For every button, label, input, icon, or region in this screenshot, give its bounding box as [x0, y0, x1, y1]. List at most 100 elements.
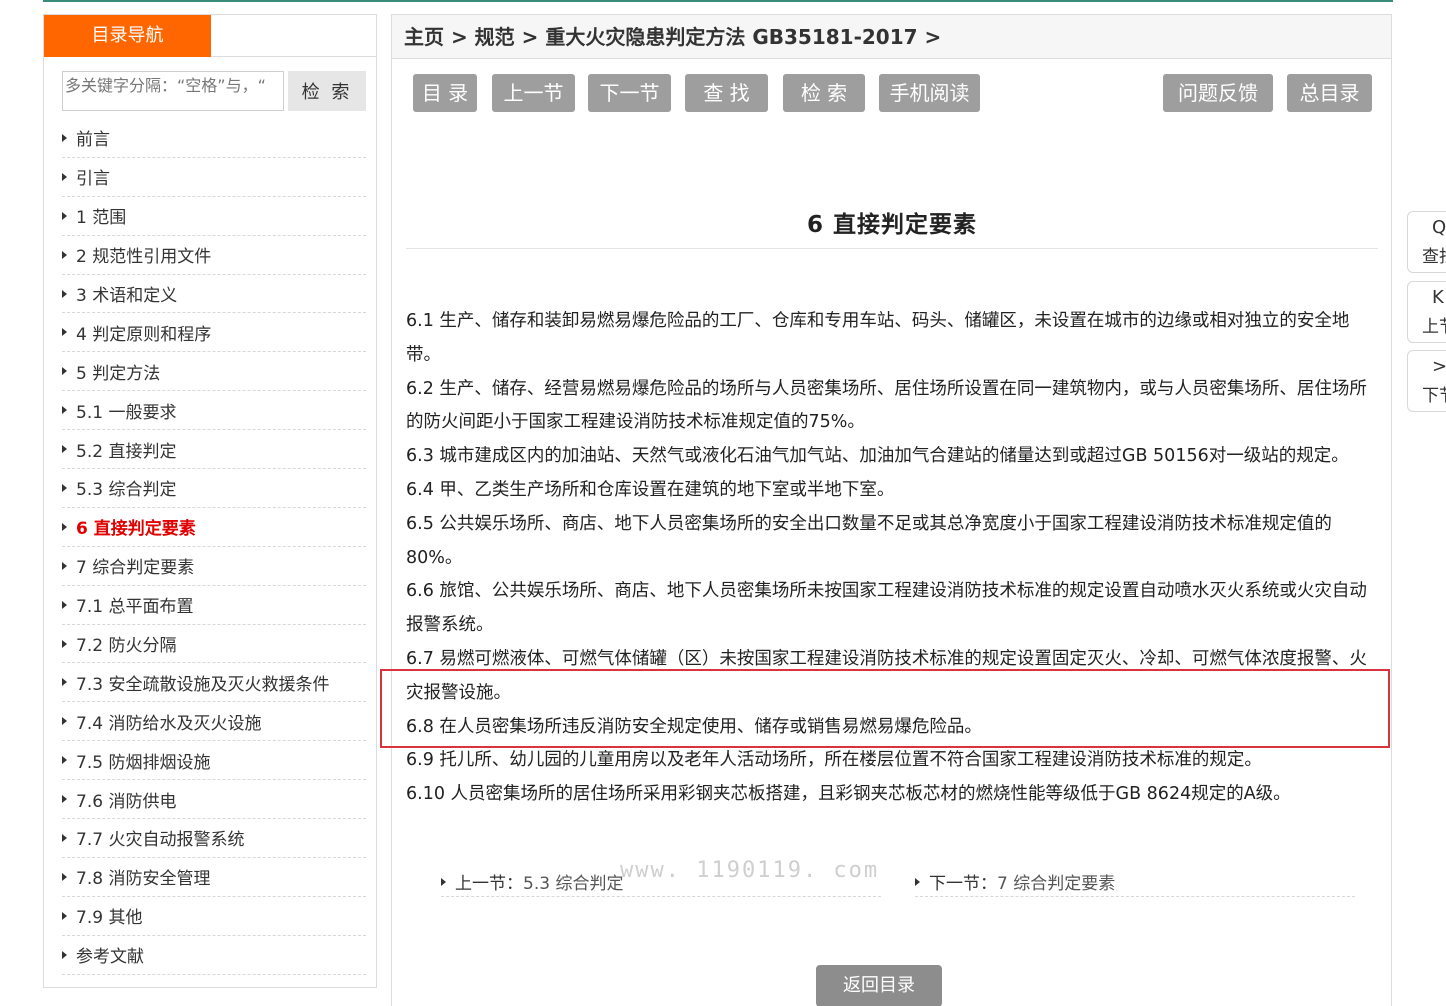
bullet-icon: [915, 877, 920, 886]
clause-paragraph: 6.7 易燃可燃液体、可燃气体储罐（区）未按国家工程建设消防技术标准的规定设置固…: [406, 643, 1378, 711]
float-next-button[interactable]: >I 下节: [1407, 350, 1446, 412]
prev-section-link[interactable]: 5.3 综合判定: [523, 869, 623, 894]
toc-item[interactable]: 参考文献: [62, 936, 366, 975]
toc-item[interactable]: 7.1 总平面布置: [62, 586, 366, 625]
clause-text: 人员密集场所的居住场所采用彩钢夹芯板搭建，且彩钢夹芯板芯材的燃烧性能等级低于GB…: [450, 784, 1291, 805]
clause-paragraph: 6.10 人员密集场所的居住场所采用彩钢夹芯板搭建，且彩钢夹芯板芯材的燃烧性能等…: [406, 778, 1378, 812]
toc-item[interactable]: 7 综合判定要素: [62, 547, 366, 586]
clause-text: 在人员密集场所违反消防安全规定使用、储存或销售易燃易爆危险品。: [439, 716, 982, 737]
float-prev-button[interactable]: K 上节: [1407, 281, 1446, 343]
toc-item[interactable]: 2 规范性引用文件: [62, 236, 366, 275]
keyword-search-input[interactable]: 多关键字分隔：“空格”与，“: [62, 71, 284, 111]
toc-item-label: 3 术语和定义: [76, 286, 178, 306]
bullet-icon: [62, 833, 67, 842]
find-button[interactable]: 查 找: [685, 74, 768, 112]
bullet-icon: [62, 795, 67, 804]
mobile-read-button[interactable]: 手机阅读: [879, 74, 980, 112]
search-button[interactable]: 检 索: [288, 71, 366, 111]
toc-item-label: 7.4 消防给水及灭火设施: [76, 713, 262, 734]
toc-item[interactable]: 7.7 火灾自动报警系统: [62, 819, 366, 858]
toc-item[interactable]: 7.5 防烟排烟设施: [62, 741, 366, 781]
float-find-label: 查找: [1422, 247, 1446, 267]
toc-item[interactable]: 1 范围: [62, 197, 366, 236]
toc-button[interactable]: 目 录: [413, 74, 477, 112]
bullet-icon: [62, 678, 67, 687]
breadcrumb[interactable]: 主页 > 规范 > 重大火灾隐患判定方法 GB35181-2017 >: [392, 15, 1391, 59]
bullet-icon: [62, 950, 67, 959]
toc-item[interactable]: 5.3 综合判定: [62, 469, 366, 508]
toc-item-label: 参考文献: [76, 947, 144, 968]
sidebar-search: 多关键字分隔：“空格”与，“ 检 索: [62, 71, 366, 113]
toc-item[interactable]: 6 直接判定要素: [62, 508, 366, 547]
float-prev-label: 上节: [1422, 317, 1446, 337]
toc-item-label: 4 判定原则和程序: [76, 324, 212, 345]
toc-item-label: 5 判定方法: [76, 363, 161, 384]
clause-paragraph: 6.1 生产、储存和装卸易燃易爆危险品的工厂、仓库和专用车站、码头、储罐区，未设…: [406, 305, 1378, 373]
toc-item[interactable]: 引言: [62, 158, 366, 197]
bullet-icon: [62, 600, 67, 609]
top-accent-rule: [43, 0, 1393, 2]
clause-paragraph: 6.8 在人员密集场所违反消防安全规定使用、储存或销售易燃易爆危险品。: [406, 711, 1378, 745]
bullet-icon: [62, 289, 67, 298]
toc-item[interactable]: 5.2 直接判定: [62, 430, 366, 470]
toc-item-label: 1 范围: [76, 208, 127, 229]
bullet-icon: [62, 133, 67, 142]
clause-number: 6.5: [406, 513, 434, 534]
search-icon: Q: [1432, 217, 1446, 238]
toc-item-label: 5.3 综合判定: [76, 480, 177, 501]
next-section-nav[interactable]: 下一节： 7 综合判定要素: [915, 867, 1355, 897]
toc-item[interactable]: 5.1 一般要求: [62, 391, 366, 431]
toc-item-label: 5.2 直接判定: [76, 441, 177, 462]
bullet-icon: [62, 522, 67, 531]
float-find-button[interactable]: Q 查找: [1407, 211, 1446, 273]
clause-list: 6.1 生产、储存和装卸易燃易爆危险品的工厂、仓库和专用车站、码头、储罐区，未设…: [406, 305, 1378, 812]
bullet-icon: [62, 211, 67, 220]
clause-paragraph: 6.2 生产、储存、经营易燃易爆危险品的场所与人员密集场所、居住场所设置在同一建…: [406, 373, 1378, 441]
toc-item-label: 7 综合判定要素: [76, 558, 195, 579]
clause-number: 6.6: [406, 581, 434, 602]
prev-section-button[interactable]: 上一节: [492, 74, 575, 112]
next-section-link[interactable]: 7 综合判定要素: [997, 869, 1115, 894]
toc-item[interactable]: 3 术语和定义: [62, 275, 366, 314]
bullet-icon: [62, 445, 67, 454]
main-content: 主页 > 规范 > 重大火灾隐患判定方法 GB35181-2017 > 目 录 …: [391, 14, 1392, 1006]
clause-text: 易燃可燃液体、可燃气体储罐（区）未按国家工程建设消防技术标准的规定设置固定灭火、…: [406, 648, 1367, 703]
prev-section-label: 上一节：: [455, 874, 523, 894]
toc-item-label: 7.7 火灾自动报警系统: [76, 830, 245, 851]
clause-number: 6.10: [406, 784, 445, 805]
sidebar-header: 目录导航: [44, 15, 376, 57]
toc-item[interactable]: 7.3 安全疏散设施及灭火救援条件: [62, 663, 366, 703]
toc-item-label: 7.2 防火分隔: [76, 636, 177, 657]
next-section-button[interactable]: 下一节: [588, 74, 671, 112]
bullet-icon: [62, 911, 67, 920]
toc-item-label: 6 直接判定要素: [76, 519, 196, 540]
toc-item[interactable]: 5 判定方法: [62, 352, 366, 392]
clause-text: 托儿所、幼儿园的儿童用房以及老年人活动场所，所在楼层位置不符合国家工程建设消防技…: [439, 750, 1262, 771]
clause-number: 6.8: [406, 716, 434, 737]
bullet-icon: [62, 250, 67, 259]
bullet-icon: [62, 756, 67, 765]
all-toc-button[interactable]: 总目录: [1287, 74, 1372, 112]
clause-text: 城市建成区内的加油站、天然气或液化石油气加气站、加油加气合建站的储量达到或超过G…: [439, 446, 1349, 467]
back-to-toc-button[interactable]: 返回目录: [816, 965, 942, 1006]
clause-number: 6.7: [406, 648, 434, 669]
bullet-icon: [441, 877, 446, 886]
toc-item[interactable]: 7.6 消防供电: [62, 780, 366, 820]
toc-item[interactable]: 7.8 消防安全管理: [62, 858, 366, 897]
clause-paragraph: 6.4 甲、乙类生产场所和仓库设置在建筑的地下室或半地下室。: [406, 474, 1378, 508]
toc-item-label: 7.3 安全疏散设施及灭火救援条件: [76, 674, 330, 695]
feedback-button[interactable]: 问题反馈: [1163, 74, 1273, 112]
toc-item[interactable]: 4 判定原则和程序: [62, 313, 366, 353]
toc-item[interactable]: 7.2 防火分隔: [62, 625, 366, 664]
toc-item[interactable]: 7.4 消防给水及灭火设施: [62, 702, 366, 742]
site-watermark: www. 1190119. com: [620, 858, 880, 883]
search-text-button[interactable]: 检 索: [783, 74, 865, 112]
toc-item[interactable]: 前言: [62, 119, 366, 158]
toc-item[interactable]: 7.9 其他: [62, 897, 366, 936]
sidebar-tab-toc[interactable]: 目录导航: [44, 15, 211, 57]
clause-text: 生产、储存、经营易燃易爆危险品的场所与人员密集场所、居住场所设置在同一建筑物内，…: [406, 378, 1367, 433]
toolbar: 目 录 上一节 下一节 查 找 检 索 手机阅读 问题反馈 总目录: [413, 74, 1372, 112]
clause-number: 6.4: [406, 479, 434, 500]
clause-text: 公共娱乐场所、商店、地下人员密集场所的安全出口数量不足或其总净宽度小于国家工程建…: [406, 513, 1332, 568]
bullet-icon: [62, 328, 67, 337]
